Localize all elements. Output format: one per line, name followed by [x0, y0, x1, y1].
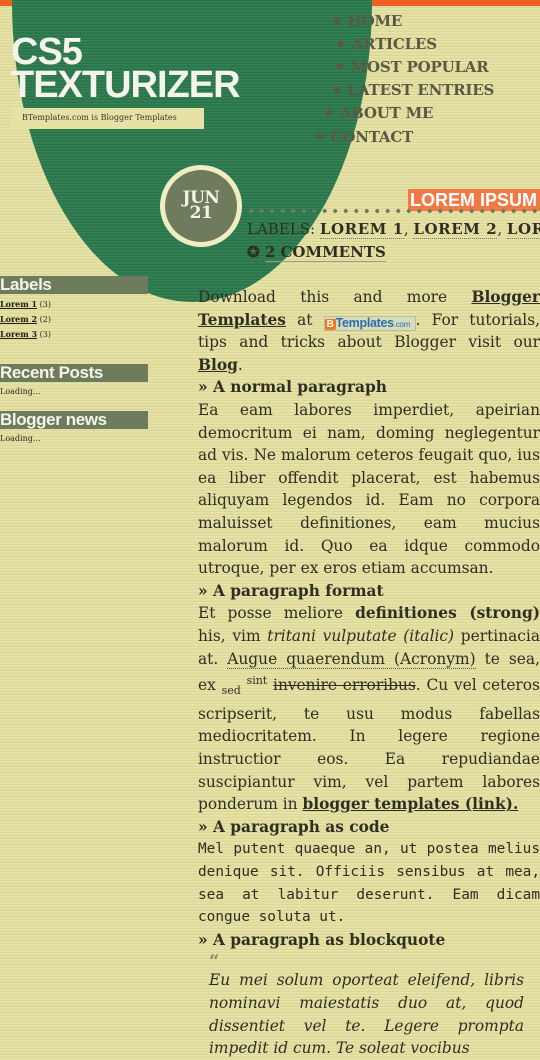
post-comments: ✪ 2 COMMENTS	[247, 243, 386, 262]
nav-item-home[interactable]: ● HOME	[333, 12, 402, 30]
label-link[interactable]: Lorem 2	[0, 314, 37, 324]
superscript-text: sint	[246, 674, 268, 688]
site-tagline: BTemplates.com is Blogger Templates	[22, 113, 177, 122]
strikethrough-text: invenire erroribus	[273, 676, 416, 695]
labels-widget-title: Labels	[0, 276, 148, 294]
list-item: Lorem 2 (2)	[0, 312, 148, 327]
blockquote-text: Eu mei solum oporteat eleifend, libris n…	[209, 971, 524, 1058]
comments-icon: ✪	[247, 243, 260, 261]
list-item: Lorem 1 (3)	[0, 297, 148, 312]
nav-item-about-me[interactable]: ● ABOUT ME	[325, 104, 433, 122]
intro-paragraph: Download this and more Blogger Templates…	[198, 286, 540, 376]
nav-label: MOST POPULAR	[350, 58, 489, 76]
post-date-inner: JUN 21	[165, 170, 237, 242]
text: .	[237, 355, 243, 374]
labels-widget: Labels Lorem 1 (3) Lorem 2 (2) Lorem 3 (…	[0, 276, 148, 342]
nav-item-most-popular[interactable]: ● MOST POPULAR	[336, 58, 489, 76]
bullet-icon: ●	[336, 62, 344, 72]
section-heading-normal: » A normal paragraph	[198, 378, 387, 397]
post-label-link[interactable]: LOREM 3	[506, 220, 540, 239]
btemplates-b-icon: B	[324, 318, 336, 330]
italic-text: tritani vulputate (italic)	[267, 626, 455, 645]
site-title[interactable]: CS5 TEXTURIZER	[11, 33, 241, 104]
label-count: (2)	[39, 315, 51, 324]
blog-link[interactable]: Blog	[198, 356, 238, 374]
nav-item-articles[interactable]: ● ARTICLES	[337, 35, 437, 53]
post-date-day: 21	[189, 203, 213, 223]
label-count: (3)	[39, 300, 51, 309]
recent-posts-body: Loading...	[0, 387, 41, 396]
nav-label: LATEST ENTRIES	[347, 81, 495, 99]
label-link[interactable]: Lorem 3	[0, 329, 37, 339]
blogger-news-body: Loading...	[0, 434, 41, 443]
nav-item-latest-entries[interactable]: ● LATEST ENTRIES	[333, 81, 494, 99]
code-paragraph: Mel putent quaeque an, ut postea melius …	[198, 841, 540, 926]
post-label-link[interactable]: LOREM 2	[413, 220, 498, 239]
section-heading-blockquote: » A paragraph as blockquote	[198, 930, 446, 949]
post-label-link[interactable]: LOREM 1	[319, 220, 404, 239]
nav-label: ARTICLES	[351, 35, 437, 53]
bullet-icon: ●	[333, 85, 341, 95]
subscript-text: sed	[221, 684, 241, 698]
strong-text: definitiones (strong)	[355, 604, 540, 623]
text: Et posse meliore	[198, 604, 356, 623]
bullet-icon: ●	[337, 39, 345, 49]
logo-text: Templates	[335, 315, 395, 330]
label-link[interactable]: Lorem 1	[0, 299, 37, 309]
bullet-icon: ●	[316, 132, 324, 142]
list-item: Lorem 3 (3)	[0, 327, 148, 342]
comments-link[interactable]: 2 COMMENTS	[264, 243, 386, 262]
labels-prefix: LABELS:	[247, 220, 320, 238]
acronym-text[interactable]: Augue quaerendum (Acronym)	[227, 649, 476, 669]
btemplates-logo[interactable]: B Templates.com	[323, 315, 416, 331]
post-body: Download this and more Blogger Templates…	[198, 286, 540, 1060]
blogger-news-title: Blogger news	[0, 411, 148, 429]
recent-posts-title: Recent Posts	[0, 364, 148, 382]
text: Download this and more	[198, 288, 472, 306]
nav-label: ABOUT ME	[339, 104, 434, 122]
labels-list: Lorem 1 (3) Lorem 2 (2) Lorem 3 (3)	[0, 297, 148, 342]
nav-label: HOME	[347, 12, 403, 30]
format-paragraph: Et posse meliore definitiones (strong) h…	[198, 602, 540, 816]
blockquote: “ Eu mei solum oporteat eleifend, libris…	[209, 951, 524, 1059]
bullet-icon: ●	[325, 108, 333, 118]
quote-mark-icon: “	[209, 951, 220, 973]
post-date-badge: JUN 21	[160, 165, 242, 247]
section-heading-format: » A paragraph format	[198, 581, 384, 600]
nav-label: CONTACT	[330, 128, 414, 146]
dotted-divider	[246, 208, 540, 214]
post-labels: LABELS: LOREM 1, LOREM 2, LOREM 3	[247, 220, 540, 239]
blogger-templates-inline-link[interactable]: blogger templates (link).	[302, 795, 518, 813]
text: his, vim	[198, 626, 268, 645]
blogger-news-widget: Blogger news Loading...	[0, 411, 148, 446]
label-count: (3)	[39, 330, 51, 339]
normal-paragraph: Ea eam labores imperdiet, apeirian democ…	[198, 400, 540, 578]
text: . Cu vel ceteros scripserit, te usu modu…	[198, 676, 540, 814]
section-heading-code: » A paragraph as code	[198, 817, 390, 836]
nav-item-contact[interactable]: ● CONTACT	[316, 128, 413, 146]
bullet-icon: ●	[333, 16, 341, 26]
site-title-line2: TEXTURIZER	[11, 64, 241, 106]
text: at	[285, 310, 324, 329]
logo-com: .com	[393, 319, 410, 329]
recent-posts-widget: Recent Posts Loading...	[0, 364, 148, 399]
